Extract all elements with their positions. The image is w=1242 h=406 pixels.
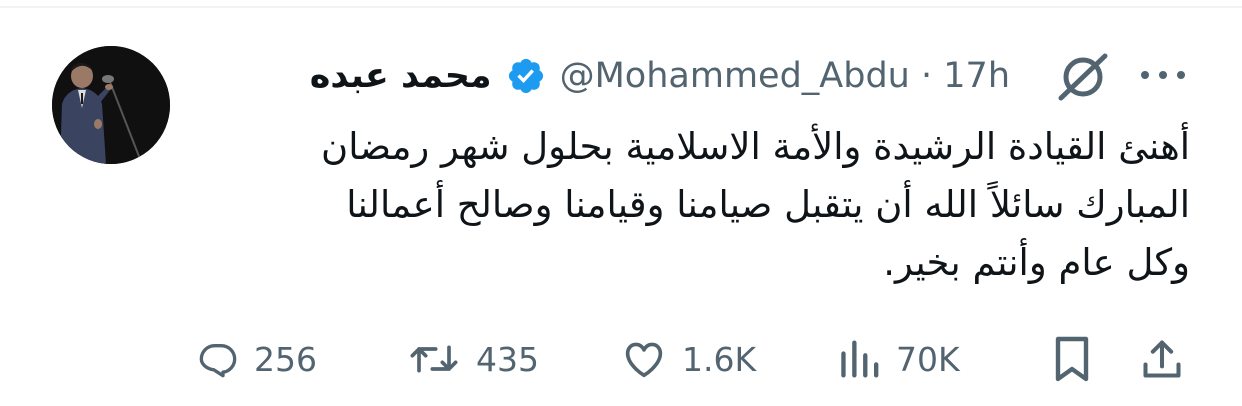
tweet-actions-bar: 256 435 1.6K 70K: [0, 326, 1242, 392]
like-button[interactable]: 1.6K: [622, 326, 756, 392]
repost-button[interactable]: 435: [408, 326, 539, 392]
display-name[interactable]: محمد عبده: [310, 56, 492, 96]
verified-badge-icon: [508, 58, 543, 94]
author-handle[interactable]: @Mohammed_Abdu: [560, 56, 910, 96]
reply-button[interactable]: 256: [198, 326, 317, 392]
share-icon: [1143, 340, 1181, 378]
reply-icon: [199, 344, 237, 378]
tweet-text-line: أهنئ القيادة الرشيدة والأمة الاسلامية بح…: [321, 125, 1190, 168]
bookmark-icon: [1055, 336, 1089, 382]
tweet-text-line: المبارك سائلاً الله أن يتقبل صيامنا وقيا…: [346, 183, 1190, 226]
share-button[interactable]: [1140, 326, 1184, 392]
heart-icon: [625, 342, 663, 378]
views-count: 70K: [896, 339, 960, 379]
reply-count: 256: [254, 339, 317, 379]
tweet-text: أهنئ القيادة الرشيدة والأمة الاسلامية بح…: [230, 118, 1190, 292]
repost-count: 435: [476, 339, 539, 379]
like-count: 1.6K: [682, 339, 757, 379]
bookmark-button[interactable]: [1050, 326, 1094, 392]
top-divider: [0, 6, 1242, 8]
tweet-header: محمد عبده @Mohammed_Abdu · 17h: [310, 50, 1010, 102]
tweet-time[interactable]: 17h: [943, 56, 1010, 96]
meta-separator: ·: [921, 56, 933, 96]
tweet-text-line: وكل عام وأنتم بخير.: [883, 241, 1190, 284]
views-icon: [841, 340, 879, 378]
more-options-icon[interactable]: [1138, 62, 1188, 88]
avatar-photo: [52, 46, 170, 164]
grok-icon[interactable]: [1055, 52, 1111, 102]
avatar[interactable]: [52, 46, 170, 164]
repost-icon: [410, 345, 458, 373]
views-button[interactable]: 70K: [836, 326, 960, 392]
